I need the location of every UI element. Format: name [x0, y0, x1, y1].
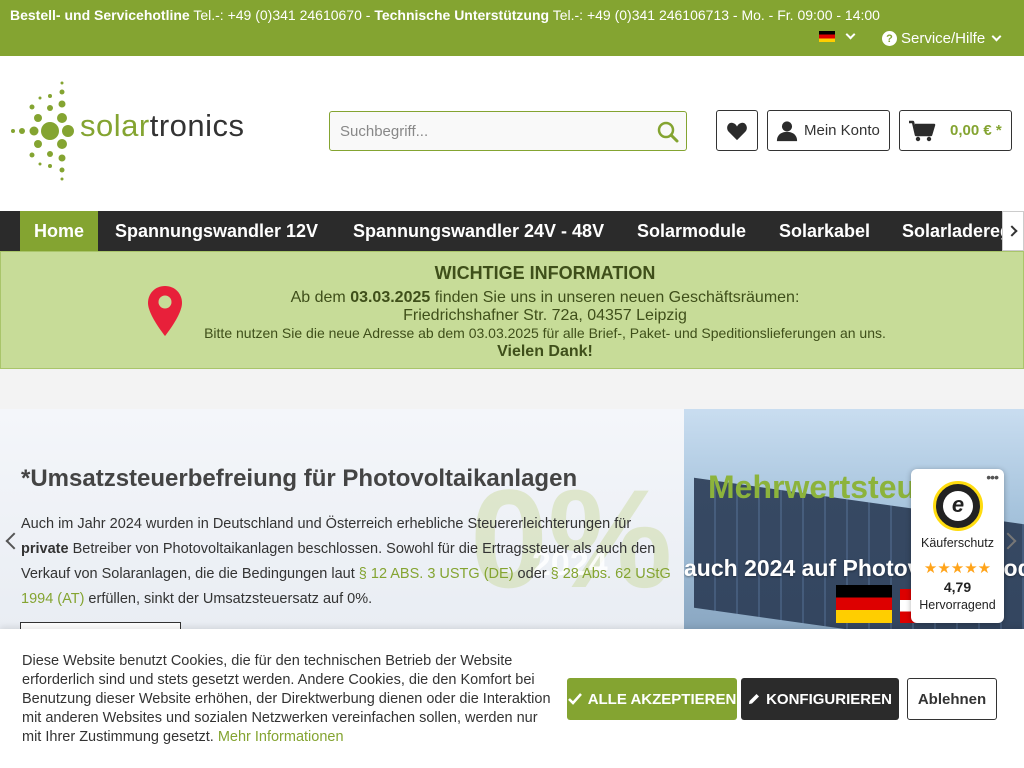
- cart-total: 0,00 € *: [950, 122, 1002, 139]
- account-label: Mein Konto: [804, 122, 880, 139]
- wishlist-button[interactable]: [716, 110, 758, 151]
- hero-text-part: Auch im Jahr 2024 wurden in Deutschland …: [21, 516, 632, 532]
- rating-word: Hervorragend: [919, 598, 996, 612]
- trusted-shops-seal-icon: e: [933, 481, 983, 531]
- info-line-3: Bitte nutzen Sie die neue Adresse ab dem…: [204, 325, 886, 341]
- tech-support-phone: Tel.-: +49 (0)341 246106713 - Mo. - Fr. …: [549, 7, 880, 23]
- chevron-down-icon: [845, 29, 856, 40]
- flag-de-icon: [836, 585, 892, 623]
- user-icon: [776, 120, 798, 141]
- info-date: 03.03.2025: [350, 289, 431, 306]
- nav-item-spannungswandler-24v-48v[interactable]: Spannungswandler 24V - 48V: [339, 211, 618, 251]
- hero-text-bold: private: [21, 541, 69, 557]
- rating-stars-icon: ★★★★★: [923, 560, 992, 577]
- check-icon: [567, 693, 582, 705]
- info-thanks: Vielen Dank!: [497, 343, 593, 360]
- link-ustg-de[interactable]: § 12 ABS. 3 USTG (DE): [359, 566, 514, 582]
- info-text: WICHTIGE INFORMATION Ab dem 03.03.2025 f…: [191, 263, 899, 361]
- language-switcher[interactable]: [819, 29, 856, 42]
- heart-icon: [727, 122, 747, 140]
- trusted-shops-badge[interactable]: ••• e Käuferschutz ★★★★★ 4,79 Hervorrage…: [911, 469, 1004, 623]
- nav-item-solarmodule[interactable]: Solarmodule: [623, 211, 760, 251]
- info-banner: WICHTIGE INFORMATION Ab dem 03.03.2025 f…: [0, 251, 1024, 369]
- hotline-info: Bestell- und Servicehotline Tel.-: +49 (…: [10, 7, 880, 23]
- chevron-down-icon: [991, 31, 1002, 42]
- info-line-1-pre: Ab dem: [290, 289, 351, 306]
- info-line-1-post: finden Sie uns in unseren neuen Geschäft…: [430, 289, 800, 306]
- seal-letter: e: [943, 491, 973, 521]
- logo-wordmark: solartronics: [80, 108, 245, 144]
- help-icon: ?: [882, 31, 897, 46]
- buyer-protection-label: Käuferschutz: [921, 536, 994, 550]
- info-title: WICHTIGE INFORMATION: [434, 263, 656, 283]
- logo-part-solar: solar: [80, 108, 150, 143]
- search-input[interactable]: [330, 112, 630, 150]
- cart-icon: [909, 120, 936, 141]
- pencil-icon: [749, 694, 760, 704]
- info-line-1: Ab dem 03.03.2025 finden Sie uns in unse…: [191, 288, 899, 307]
- account-button[interactable]: Mein Konto: [767, 110, 890, 151]
- hero-more-button[interactable]: [20, 622, 181, 629]
- hero-text-part: oder: [513, 566, 551, 582]
- search-icon[interactable]: [656, 120, 680, 144]
- hero-title: *Umsatzsteuerbefreiung für Photovoltaika…: [21, 465, 578, 492]
- sun-logo-icon: [11, 81, 74, 181]
- nav-item-home[interactable]: Home: [20, 211, 99, 251]
- spacer: [0, 369, 1024, 409]
- hotline-label: Bestell- und Servicehotline: [10, 7, 190, 23]
- accept-all-button[interactable]: ALLE AKZEPTIEREN: [567, 678, 737, 720]
- main-navigation: Home Spannungswandler 12V Spannungswandl…: [0, 211, 1024, 251]
- chevron-right-icon: [1005, 225, 1018, 237]
- accept-all-label: ALLE AKZEPTIEREN: [587, 690, 737, 708]
- map-pin-icon: [148, 286, 182, 336]
- logo[interactable]: solartronics: [10, 80, 270, 184]
- configure-button[interactable]: KONFIGURIEREN: [741, 678, 899, 720]
- top-bar: Bestell- und Servicehotline Tel.-: +49 (…: [0, 0, 1024, 56]
- nav-item-spannungswandler-12v[interactable]: Spannungswandler 12V: [101, 211, 332, 251]
- nav-scroll-right-button[interactable]: [1002, 211, 1024, 251]
- hero-text: Auch im Jahr 2024 wurden in Deutschland …: [21, 512, 681, 612]
- tech-support-label: Technische Unterstützung: [374, 7, 550, 23]
- rating-value: 4,79: [943, 579, 972, 595]
- cookie-banner: Diese Website benutzt Cookies, die für d…: [0, 629, 1024, 768]
- hero-slider: Mehrwertsteuer auch 2024 auf Photovoltai…: [0, 409, 1024, 629]
- logo-part-tronics: tronics: [149, 108, 245, 143]
- configure-label: KONFIGURIEREN: [766, 690, 892, 708]
- deny-button[interactable]: Ablehnen: [907, 678, 997, 720]
- flag-de-icon: [819, 31, 835, 42]
- hotline-phone: Tel.-: +49 (0)341 24610670 -: [189, 7, 375, 23]
- service-label: Service/Hilfe: [901, 30, 986, 47]
- more-options-icon[interactable]: •••: [986, 469, 999, 485]
- nav-item-solarkabel[interactable]: Solarkabel: [765, 211, 884, 251]
- search-bar: [329, 111, 687, 151]
- service-menu[interactable]: ? Service/Hilfe: [882, 30, 1002, 47]
- cookie-text: Diese Website benutzt Cookies, die für d…: [22, 652, 552, 747]
- cookie-more-info-link[interactable]: Mehr Informationen: [218, 729, 344, 745]
- hero-text-part: erfüllen, sinkt der Umsatzsteuersatz auf…: [84, 591, 373, 607]
- info-address: Friedrichshafner Str. 72a, 04357 Leipzig: [403, 307, 687, 324]
- cart-button[interactable]: 0,00 € *: [899, 110, 1012, 151]
